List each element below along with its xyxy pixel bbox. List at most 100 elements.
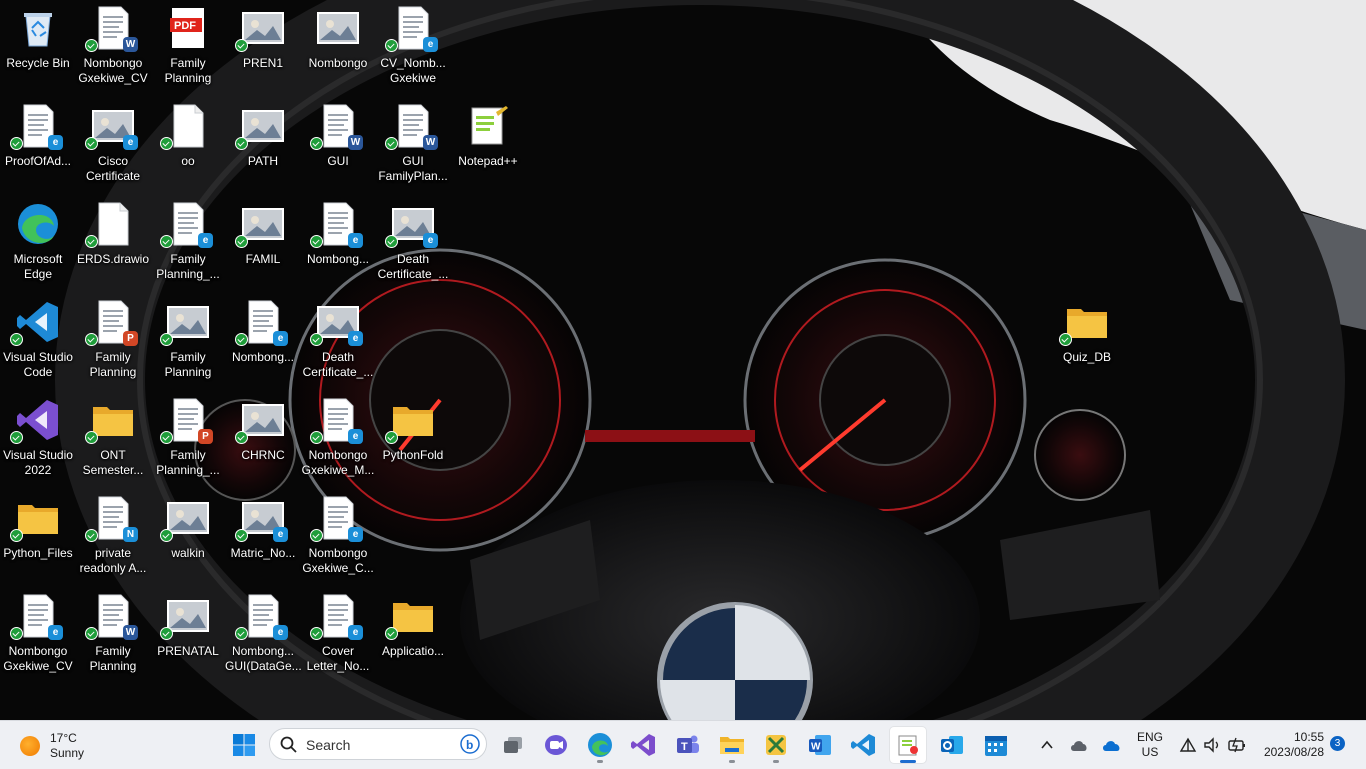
battery-icon[interactable] [1227, 737, 1247, 753]
desktop-icon-nombong-gui-datage[interactable]: e Nombong... GUI(DataGe... [225, 594, 302, 674]
desktop-icon-label: Cover Letter_No... [306, 644, 370, 673]
desktop-icon-erds-drawio[interactable]: ERDS.drawio [75, 202, 151, 267]
sync-status-icon [310, 333, 323, 346]
desktop-icon-python-files[interactable]: Python_Files [0, 496, 76, 561]
desktop-icon-nombong[interactable]: e Nombong... [300, 202, 376, 267]
desktop-icon-nombongo-gxekiwe-cv[interactable]: e Nombongo Gxekiwe_CV [0, 594, 76, 674]
taskbar-teams-button[interactable]: T [670, 727, 706, 763]
taskbar-snip-button[interactable] [758, 727, 794, 763]
desktop-icon-label: Microsoft Edge [13, 252, 63, 281]
desktop-icon-family-planning[interactable]: e Family Planning_... [150, 202, 226, 282]
sync-status-icon [160, 627, 173, 640]
desktop-icon-microsoft-edge[interactable]: Microsoft Edge [0, 202, 76, 282]
doc-icon: e [385, 6, 438, 52]
taskbar-file-explorer-button[interactable] [714, 727, 750, 763]
desktop-icon-proofofad[interactable]: e ProofOfAd... [0, 104, 76, 169]
desktop-icon-label: FAMIL [245, 252, 281, 266]
desktop-icon-family-planning[interactable]: PDF Family Planning [150, 6, 226, 86]
sync-status-icon [85, 627, 98, 640]
desktop-icon-label: oo [181, 154, 195, 168]
taskbar-outlook-button[interactable] [934, 727, 970, 763]
start-button[interactable] [226, 727, 262, 763]
desktop-icon-chrnc[interactable]: CHRNC [225, 398, 301, 463]
desktop-icon-visual-studio-2022[interactable]: Visual Studio 2022 [0, 398, 76, 478]
desktop-icon-cisco-certificate[interactable]: e Cisco Certificate [75, 104, 151, 184]
desktop-icon-label: Nombong... [306, 252, 370, 266]
desktop-icon-label: Quiz_DB [1062, 350, 1112, 364]
desktop-icon-quiz-db[interactable]: Quiz_DB [1049, 300, 1125, 365]
onedrive-icon[interactable] [1101, 738, 1123, 752]
weather-widget[interactable]: 17°C Sunny [20, 731, 84, 761]
taskbar-word-button[interactable]: W [802, 727, 838, 763]
desktop-icon-label: Nombongo Gxekiwe_C... [302, 546, 374, 575]
desktop-icon-label: ProofOfAd... [4, 154, 72, 168]
photo-icon [160, 300, 210, 346]
sun-icon [20, 736, 40, 756]
taskbar-edge-button[interactable] [582, 727, 618, 763]
desktop-icon-label: Family Planning_... [156, 448, 220, 477]
sync-status-icon [85, 333, 98, 346]
desktop-icon-nombongo-gxekiwe-m[interactable]: e Nombongo Gxekiwe_M... [300, 398, 376, 478]
desktop-icon-label: Visual Studio Code [3, 350, 73, 379]
desktop-icon-prenatal[interactable]: PRENATAL [150, 594, 226, 659]
bing-icon[interactable]: b [460, 734, 480, 754]
taskbar-calendar-button[interactable] [978, 727, 1014, 763]
desktop-icon-nombongo[interactable]: Nombongo [300, 6, 376, 71]
desktop-icon-recycle-bin[interactable]: Recycle Bin [0, 6, 76, 71]
volume-icon[interactable] [1203, 737, 1221, 753]
app-badge-icon: P [198, 429, 213, 444]
taskbar-visual-studio-button[interactable] [626, 727, 662, 763]
desktop-icon-oo[interactable]: oo [150, 104, 226, 169]
desktop-icon-private-readonly-a[interactable]: Nprivate readonly A... [75, 496, 151, 576]
folder-icon [10, 496, 60, 542]
taskbar-vscode-button[interactable] [846, 727, 882, 763]
blank-icon [85, 202, 135, 248]
desktop-icon-gui-familyplan[interactable]: W GUI FamilyPlan... [375, 104, 451, 184]
cloud-icon[interactable] [1069, 738, 1089, 752]
folder-icon [720, 737, 744, 754]
app-badge-icon: e [273, 625, 288, 640]
taskbar-notepad-plus-button[interactable] [890, 727, 926, 763]
desktop-icon-notepad[interactable]: Notepad++ [450, 104, 526, 169]
desktop-icon-walkin[interactable]: walkin [150, 496, 226, 561]
photo-icon [235, 398, 285, 444]
desktop-icon-death-certificate[interactable]: e Death Certificate_... [300, 300, 376, 380]
search-box[interactable]: Search b [269, 728, 487, 760]
desktop-icon-family-planning[interactable]: W Family Planning [75, 594, 151, 674]
desktop-icon-nombongo-gxekiwe-cv[interactable]: W Nombongo Gxekiwe_CV [75, 6, 151, 86]
folder-icon [85, 398, 135, 444]
word-icon: W [809, 735, 831, 755]
language-indicator[interactable]: ENG US [1135, 730, 1165, 760]
sync-status-icon [385, 627, 398, 640]
desktop-icon-gui[interactable]: W GUI [300, 104, 376, 169]
desktop-icon-pythonfold[interactable]: PythonFold [375, 398, 451, 463]
chat-button[interactable] [538, 727, 574, 763]
desktop-icon-famil[interactable]: FAMIL [225, 202, 301, 267]
desktop-icon-pren1[interactable]: PREN1 [225, 6, 301, 71]
desktop-icon-applicatio[interactable]: Applicatio... [375, 594, 451, 659]
chevron-up-icon[interactable] [1040, 739, 1054, 751]
desktop-icon-ont-semester[interactable]: ONT Semester... [75, 398, 151, 478]
desktop-icon-death-certificate[interactable]: e Death Certificate_... [375, 202, 451, 282]
network-icon[interactable] [1179, 737, 1197, 753]
desktop-icon-nombong[interactable]: e Nombong... [225, 300, 301, 365]
desktop-icon-nombongo-gxekiwe-c[interactable]: e Nombongo Gxekiwe_C... [300, 496, 376, 576]
desktop-icon-family-planning[interactable]: Family Planning [150, 300, 226, 380]
notification-badge[interactable]: 3 [1330, 736, 1345, 751]
desktop-icon-cover-letter-no[interactable]: e Cover Letter_No... [300, 594, 376, 674]
desktop-icon-family-planning[interactable]: P Family Planning [75, 300, 151, 380]
desktop-icon-family-planning[interactable]: P Family Planning_... [150, 398, 226, 478]
sync-status-icon [235, 39, 248, 52]
task-view-button[interactable] [495, 727, 531, 763]
doc-icon: W [85, 6, 138, 52]
desktop-icon-label: Nombongo Gxekiwe_CV [3, 644, 73, 673]
desktop-icon-label: Nombong... [231, 350, 295, 364]
sync-status-icon [385, 39, 398, 52]
svg-text:b: b [466, 738, 473, 752]
desktop-icon-visual-studio-code[interactable]: Visual Studio Code [0, 300, 76, 380]
folder-icon [1059, 300, 1109, 346]
desktop-icon-cv-nomb-gxekiwe[interactable]: e CV_Nomb... Gxekiwe [375, 6, 451, 86]
clock[interactable]: 10:55 2023/08/28 [1254, 730, 1330, 760]
desktop-icon-matric-no[interactable]: e Matric_No... [225, 496, 301, 561]
desktop-icon-path[interactable]: PATH [225, 104, 301, 169]
